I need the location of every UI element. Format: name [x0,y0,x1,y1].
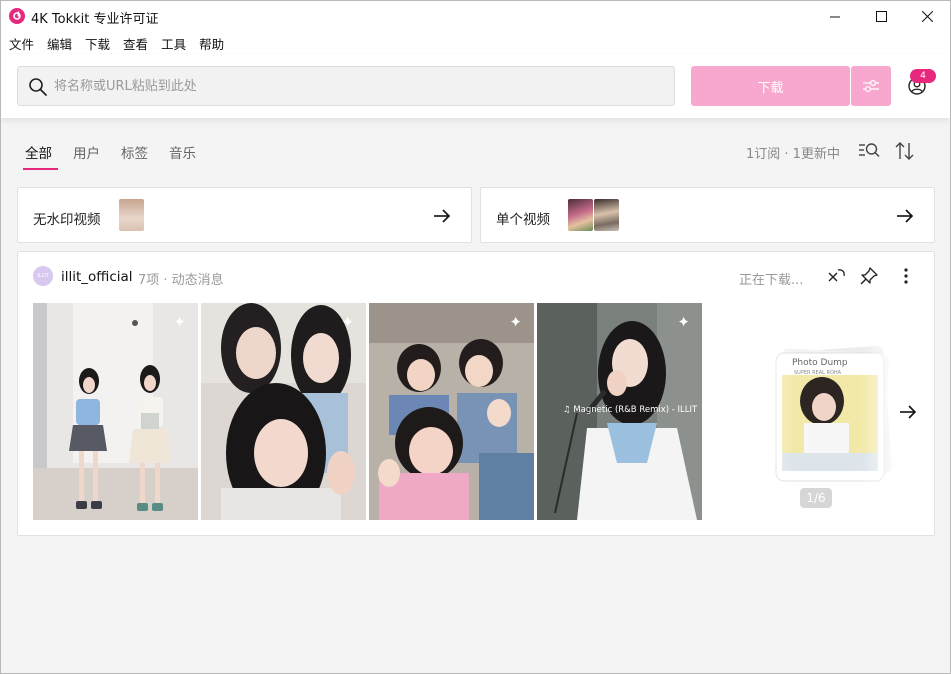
tab-music[interactable]: 音乐 [169,142,196,162]
no-watermark-thumbnail [119,199,144,231]
video-thumbnail-1[interactable]: ✦ [33,303,198,520]
avatar[interactable]: ILLIT [33,266,53,286]
search-icon [29,78,47,96]
sparkle-icon: ✦ [341,313,354,331]
video-thumbnail-3[interactable]: ✦ [369,303,534,520]
search-box [17,66,675,106]
music-overlay-caption: ♫ Magnetic (R&B Remix) - ILLIT [563,405,698,415]
menu-tools[interactable]: 工具 [161,34,186,53]
sparkle-icon: ✦ [173,313,186,331]
menu-download[interactable]: 下载 [85,34,110,53]
menu-help[interactable]: 帮助 [199,34,224,53]
menu-bar: 文件 编辑 下载 查看 工具 帮助 [1,32,950,54]
sort-icon[interactable] [894,140,916,162]
single-video-label: 单个视频 [496,212,550,228]
toolbar: 下载 4 [1,54,950,118]
feed-meta: 7项 · 动态消息 [138,273,224,288]
minimize-button[interactable] [812,1,858,32]
page-indicator: 1/6 [800,488,832,508]
stop-sync-icon[interactable] [826,265,848,287]
search-input[interactable] [54,67,654,105]
menu-view[interactable]: 查看 [123,34,148,53]
arrow-right-icon [897,209,914,223]
sliders-icon [863,79,879,93]
minimize-icon [830,16,840,17]
video-thumbnail-4[interactable]: ♫ Magnetic (R&B Remix) - ILLIT ✦ [537,303,702,520]
feed-username[interactable]: illit_official [61,269,133,285]
filter-tabs: 全部 用户 标签 音乐 1订阅 · 1更新中 [1,118,950,174]
tab-users[interactable]: 用户 [73,142,100,162]
single-video-thumbnail-1 [568,199,593,231]
arrow-right-icon [434,209,451,223]
tab-all[interactable]: 全部 [25,142,52,162]
single-video-card[interactable]: 单个视频 [480,187,935,243]
app-window: 4K Tokkit 专业许可证 文件 编辑 下载 查看 工具 帮助 下载 [0,0,951,674]
subscription-status: 1订阅 · 1更新中 [746,147,840,162]
more-options-icon[interactable] [896,266,916,286]
maximize-button[interactable] [858,1,904,32]
search-list-icon[interactable] [858,140,880,162]
no-watermark-label: 无水印视频 [33,212,101,228]
dance-room-image [33,303,198,520]
arrow-right-icon[interactable] [898,402,918,422]
no-watermark-card[interactable]: 无水印视频 [17,187,472,243]
sparkle-icon: ✦ [677,313,690,331]
maximize-icon [875,11,887,22]
close-button[interactable] [904,1,950,32]
close-icon [921,11,933,22]
download-status: 正在下载... [739,273,804,288]
notification-badge: 4 [910,69,936,83]
tab-tags[interactable]: 标签 [121,142,148,162]
active-tab-indicator [23,168,58,170]
window-title: 4K Tokkit 专业许可证 [31,12,159,27]
subscription-feed-card: ILLIT illit_official 7项 · 动态消息 正在下载... ✦… [17,251,935,536]
pin-icon[interactable] [859,266,879,286]
download-settings-button[interactable] [851,66,891,106]
download-button[interactable]: 下载 [691,66,850,106]
group-selfie-image [201,303,366,520]
stack-title: Photo Dump [792,358,848,368]
sparkle-icon: ✦ [509,313,522,331]
single-video-thumbnail-2 [594,199,619,231]
video-thumbnail-2[interactable]: ✦ [201,303,366,520]
menu-edit[interactable]: 编辑 [47,34,72,53]
menu-file[interactable]: 文件 [9,34,34,53]
stack-subtitle: SUPER REAL ROHA [794,370,842,376]
title-bar: 4K Tokkit 专业许可证 [1,1,950,32]
app-logo-icon [9,8,25,24]
group-pose-image [369,303,534,520]
